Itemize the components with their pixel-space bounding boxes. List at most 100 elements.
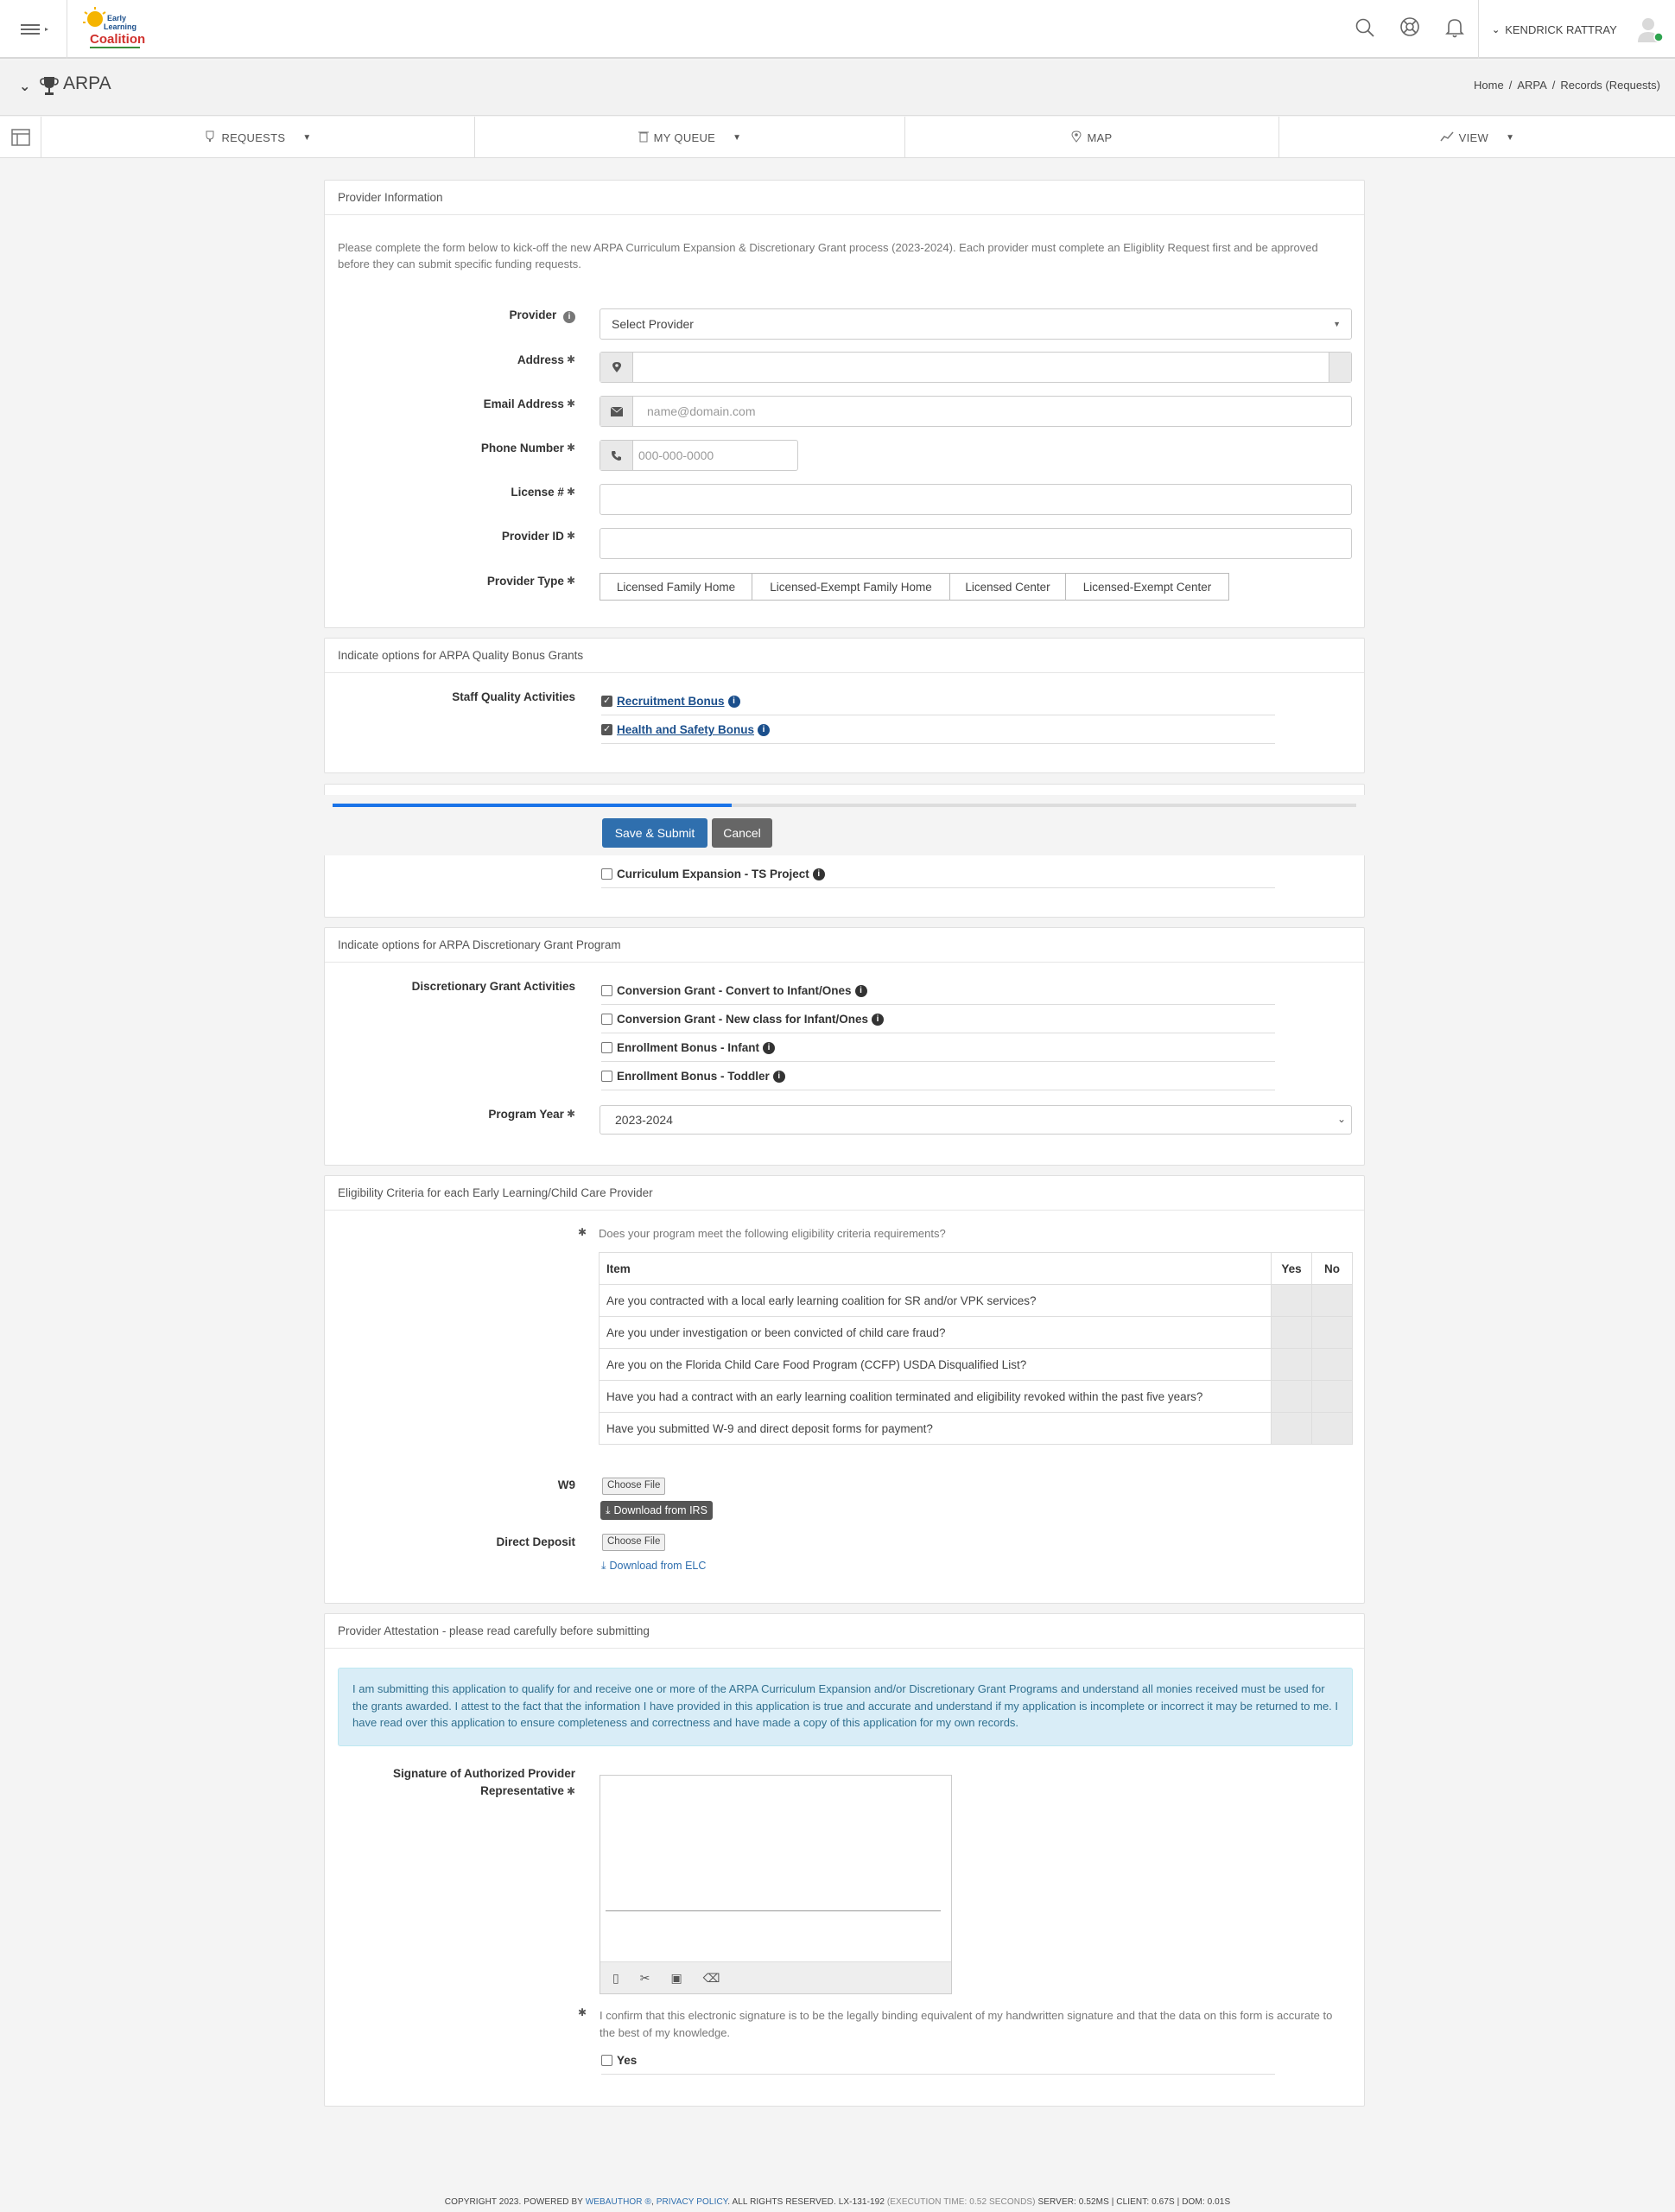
save-icon[interactable]: ▣ xyxy=(670,1971,682,1986)
user-menu[interactable]: ⌄ KENDRICK RATTRAY xyxy=(1492,21,1617,38)
collapse-chevron-icon[interactable]: ⌄ xyxy=(19,78,30,95)
webauthor-link[interactable]: WEBAUTHOR ® xyxy=(586,2197,651,2207)
quality-bonus-panel: Indicate options for ARPA Quality Bonus … xyxy=(324,638,1365,773)
provider-information-panel: Provider Information Please complete the… xyxy=(324,180,1365,628)
panel-heading: Eligibility Criteria for each Early Lear… xyxy=(325,1176,1364,1211)
recruitment-bonus-option[interactable]: Recruitment Bonus i xyxy=(601,688,1275,715)
help-lifebuoy-icon[interactable] xyxy=(1399,16,1420,37)
map-marker-icon xyxy=(600,353,633,382)
phone-field[interactable]: 000-000-0000 xyxy=(600,440,798,471)
coalition-logo[interactable]: Early Learning Coalition xyxy=(81,5,147,52)
cancel-button[interactable]: Cancel xyxy=(712,818,772,848)
panel-heading: Provider Attestation - please read caref… xyxy=(325,1614,1364,1649)
provider-type-licensed-exempt-center[interactable]: Licensed-Exempt Center xyxy=(1065,573,1229,601)
health-safety-bonus-option[interactable]: Health and Safety Bonus i xyxy=(601,716,1275,744)
program-year-label: Program Year xyxy=(488,1108,564,1121)
tab-requests[interactable]: REQUESTS ▼ xyxy=(41,117,475,158)
confirm-yes-option[interactable]: Yes xyxy=(601,2047,1275,2075)
page-title: ARPA xyxy=(63,73,111,93)
mobile-icon[interactable]: ▯ xyxy=(612,1971,619,1986)
checkbox[interactable] xyxy=(601,2055,612,2066)
hamburger-menu-icon[interactable] xyxy=(19,19,54,40)
search-icon[interactable] xyxy=(1355,17,1375,38)
download-elc-link[interactable]: ⤓ Download from ELC xyxy=(601,1560,706,1573)
chevron-down-icon: ▼ xyxy=(1506,132,1515,143)
enrollment-toddler-option[interactable]: Enrollment Bonus - Toddler i xyxy=(601,1063,1275,1090)
yes-cell[interactable] xyxy=(1271,1380,1312,1413)
provider-select[interactable]: Select Provider ▼ xyxy=(600,308,1352,340)
info-icon[interactable]: i xyxy=(812,868,825,880)
checkbox[interactable] xyxy=(601,1014,612,1025)
direct-deposit-choose-file-button[interactable]: Choose File xyxy=(602,1534,666,1551)
svg-text:Early: Early xyxy=(107,14,126,22)
no-cell[interactable] xyxy=(1311,1380,1353,1413)
license-field[interactable] xyxy=(600,484,1352,515)
checkbox[interactable] xyxy=(601,1042,612,1053)
yes-cell[interactable] xyxy=(1271,1348,1312,1381)
trophy-icon xyxy=(40,74,59,97)
info-icon[interactable]: i xyxy=(872,1013,885,1026)
yes-cell[interactable] xyxy=(1271,1284,1312,1317)
checkbox[interactable] xyxy=(601,723,612,735)
privacy-policy-link[interactable]: PRIVACY POLICY xyxy=(657,2197,728,2207)
no-cell[interactable] xyxy=(1311,1316,1353,1349)
address-addon-right[interactable] xyxy=(1329,353,1351,382)
tab-map[interactable]: MAP xyxy=(905,117,1279,158)
conversion-new-class-option[interactable]: Conversion Grant - New class for Infant/… xyxy=(601,1006,1275,1033)
checkbox[interactable] xyxy=(601,695,612,707)
save-submit-button[interactable]: Save & Submit xyxy=(602,818,707,848)
email-field[interactable]: name@domain.com xyxy=(600,396,1352,427)
provider-type-licensed-family-home[interactable]: Licensed Family Home xyxy=(600,573,752,601)
layout-toggle-icon[interactable] xyxy=(0,117,41,158)
address-field[interactable] xyxy=(600,352,1352,383)
yes-cell[interactable] xyxy=(1271,1316,1312,1349)
provider-type-group: Licensed Family Home Licensed-Exempt Fam… xyxy=(600,573,1273,601)
download-icon: ⤓ xyxy=(606,1503,611,1516)
enrollment-infant-option[interactable]: Enrollment Bonus - Infant i xyxy=(601,1034,1275,1062)
provider-type-licensed-center[interactable]: Licensed Center xyxy=(949,573,1066,601)
tab-view[interactable]: VIEW ▼ xyxy=(1279,117,1675,158)
download-irs-button[interactable]: ⤓ Download from IRS xyxy=(600,1501,713,1520)
yes-cell[interactable] xyxy=(1271,1412,1312,1445)
checkbox[interactable] xyxy=(601,868,612,880)
eligibility-question: Does your program meet the following eli… xyxy=(599,1227,946,1240)
no-cell[interactable] xyxy=(1311,1284,1353,1317)
col-yes: Yes xyxy=(1271,1252,1312,1285)
provider-id-field[interactable] xyxy=(600,528,1352,559)
checkbox[interactable] xyxy=(601,985,612,996)
tab-my-queue[interactable]: MY QUEUE ▼ xyxy=(475,117,905,158)
attestation-panel: Provider Attestation - please read caref… xyxy=(324,1613,1365,2107)
info-icon[interactable]: i xyxy=(854,984,867,997)
chevron-down-icon: ⌄ xyxy=(1492,24,1501,35)
address-label: Address xyxy=(517,353,564,366)
curriculum-ts-option[interactable]: Curriculum Expansion - TS Project i xyxy=(601,861,1275,888)
conversion-infant-ones-option[interactable]: Conversion Grant - Convert to Infant/One… xyxy=(601,977,1275,1005)
module-nav: REQUESTS ▼ MY QUEUE ▼ MAP VIEW ▼ xyxy=(0,117,1675,158)
svg-text:Learning: Learning xyxy=(104,22,136,31)
info-icon[interactable]: i xyxy=(763,1041,775,1054)
info-icon[interactable]: i xyxy=(772,1070,785,1083)
breadcrumb-current: Records (Requests) xyxy=(1560,79,1660,92)
intro-text: Please complete the form below to kick-o… xyxy=(338,241,1318,270)
no-cell[interactable] xyxy=(1311,1348,1353,1381)
phone-icon xyxy=(600,441,633,470)
username: KENDRICK RATTRAY xyxy=(1505,22,1617,36)
notifications-bell-icon[interactable] xyxy=(1444,16,1465,39)
provider-type-licensed-exempt-family-home[interactable]: Licensed-Exempt Family Home xyxy=(752,573,950,601)
scissors-icon[interactable]: ✂ xyxy=(640,1971,650,1986)
signature-pad[interactable]: ▯ ✂ ▣ ⌫ xyxy=(600,1775,952,1994)
info-icon[interactable]: i xyxy=(758,723,771,736)
info-icon[interactable]: i xyxy=(727,695,740,708)
info-icon: i xyxy=(563,310,575,323)
breadcrumb-arpa[interactable]: ARPA xyxy=(1517,79,1546,92)
eraser-icon[interactable]: ⌫ xyxy=(703,1971,720,1986)
no-cell[interactable] xyxy=(1311,1412,1353,1445)
checkbox[interactable] xyxy=(601,1071,612,1082)
signature-label: Signature of Authorized Provider xyxy=(392,1767,575,1780)
envelope-icon xyxy=(600,397,633,426)
signature-toolbar: ▯ ✂ ▣ ⌫ xyxy=(600,1961,951,1993)
program-year-select[interactable]: 2023-2024 ⌄ xyxy=(600,1105,1352,1135)
avatar[interactable] xyxy=(1635,15,1665,44)
w9-choose-file-button[interactable]: Choose File xyxy=(602,1478,666,1495)
breadcrumb-home[interactable]: Home xyxy=(1474,79,1504,92)
